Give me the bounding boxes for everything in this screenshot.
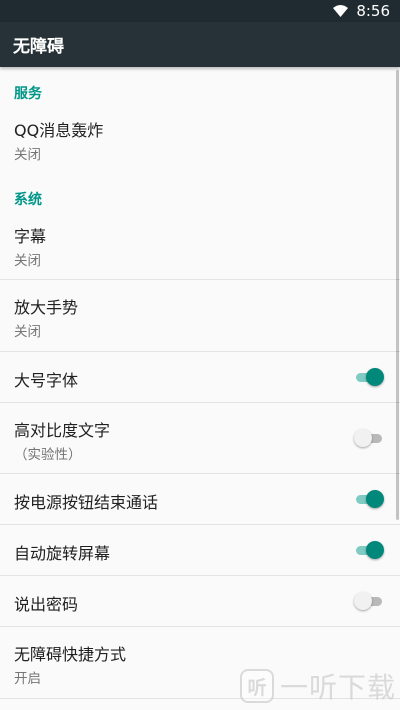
setting-item-speak-passwords[interactable]: 说出密码: [0, 576, 400, 627]
switch-thumb: [354, 592, 372, 610]
switch-thumb: [366, 490, 384, 508]
setting-title: QQ消息轰炸: [14, 121, 104, 140]
watermark-text: 一听下载: [279, 671, 396, 704]
switch-thumb: [354, 429, 372, 447]
switch-thumb: [366, 368, 384, 386]
auto-rotate-switch[interactable]: [354, 540, 384, 560]
large-text-switch[interactable]: [354, 367, 384, 387]
setting-title: 说出密码: [14, 595, 79, 614]
setting-title: 放大手势: [14, 298, 79, 317]
setting-title: 字幕: [14, 227, 47, 246]
setting-title: 大号字体: [14, 371, 79, 390]
setting-item-captions[interactable]: 字幕 关闭: [0, 212, 400, 280]
setting-title: 无障碍快捷方式: [14, 645, 127, 664]
power-button-ends-call-switch[interactable]: [354, 489, 384, 509]
status-time: 8:56: [356, 2, 390, 20]
speak-passwords-switch[interactable]: [354, 591, 384, 611]
watermark-logo: 听 一听下载: [239, 666, 396, 706]
settings-list[interactable]: 服务 QQ消息轰炸 关闭 系统 字幕 关闭 放大手势 关闭 大号字体 高对比度文…: [0, 67, 400, 710]
setting-summary: 关闭: [14, 324, 41, 340]
switch-thumb: [366, 541, 384, 559]
setting-summary: 关闭: [14, 253, 41, 269]
scrollbar[interactable]: [396, 70, 399, 520]
setting-summary: （实验性）: [14, 447, 82, 463]
wifi-icon: [333, 5, 349, 17]
setting-item-large-text[interactable]: 大号字体: [0, 352, 400, 403]
section-header-services: 服务: [14, 86, 42, 102]
setting-summary: 开启: [14, 671, 41, 687]
setting-title: 高对比度文字: [14, 421, 111, 440]
setting-title: 自动旋转屏幕: [14, 544, 111, 563]
watermark-icon: 听: [239, 669, 274, 703]
setting-item-power-button-ends-call[interactable]: 按电源按钮结束通话: [0, 474, 400, 525]
app-bar: 无障碍: [0, 22, 400, 67]
setting-item-magnification[interactable]: 放大手势 关闭: [0, 280, 400, 352]
status-bar: 8:56: [0, 0, 400, 22]
setting-item-qq-bomb[interactable]: QQ消息轰炸 关闭: [0, 107, 400, 171]
setting-item-high-contrast-text[interactable]: 高对比度文字 （实验性）: [0, 403, 400, 474]
setting-title: 按电源按钮结束通话: [14, 493, 159, 512]
setting-item-auto-rotate[interactable]: 自动旋转屏幕: [0, 525, 400, 576]
section-header-system: 系统: [14, 192, 42, 208]
high-contrast-text-switch[interactable]: [354, 428, 384, 448]
page-title: 无障碍: [13, 37, 64, 57]
setting-summary: 关闭: [14, 147, 41, 163]
